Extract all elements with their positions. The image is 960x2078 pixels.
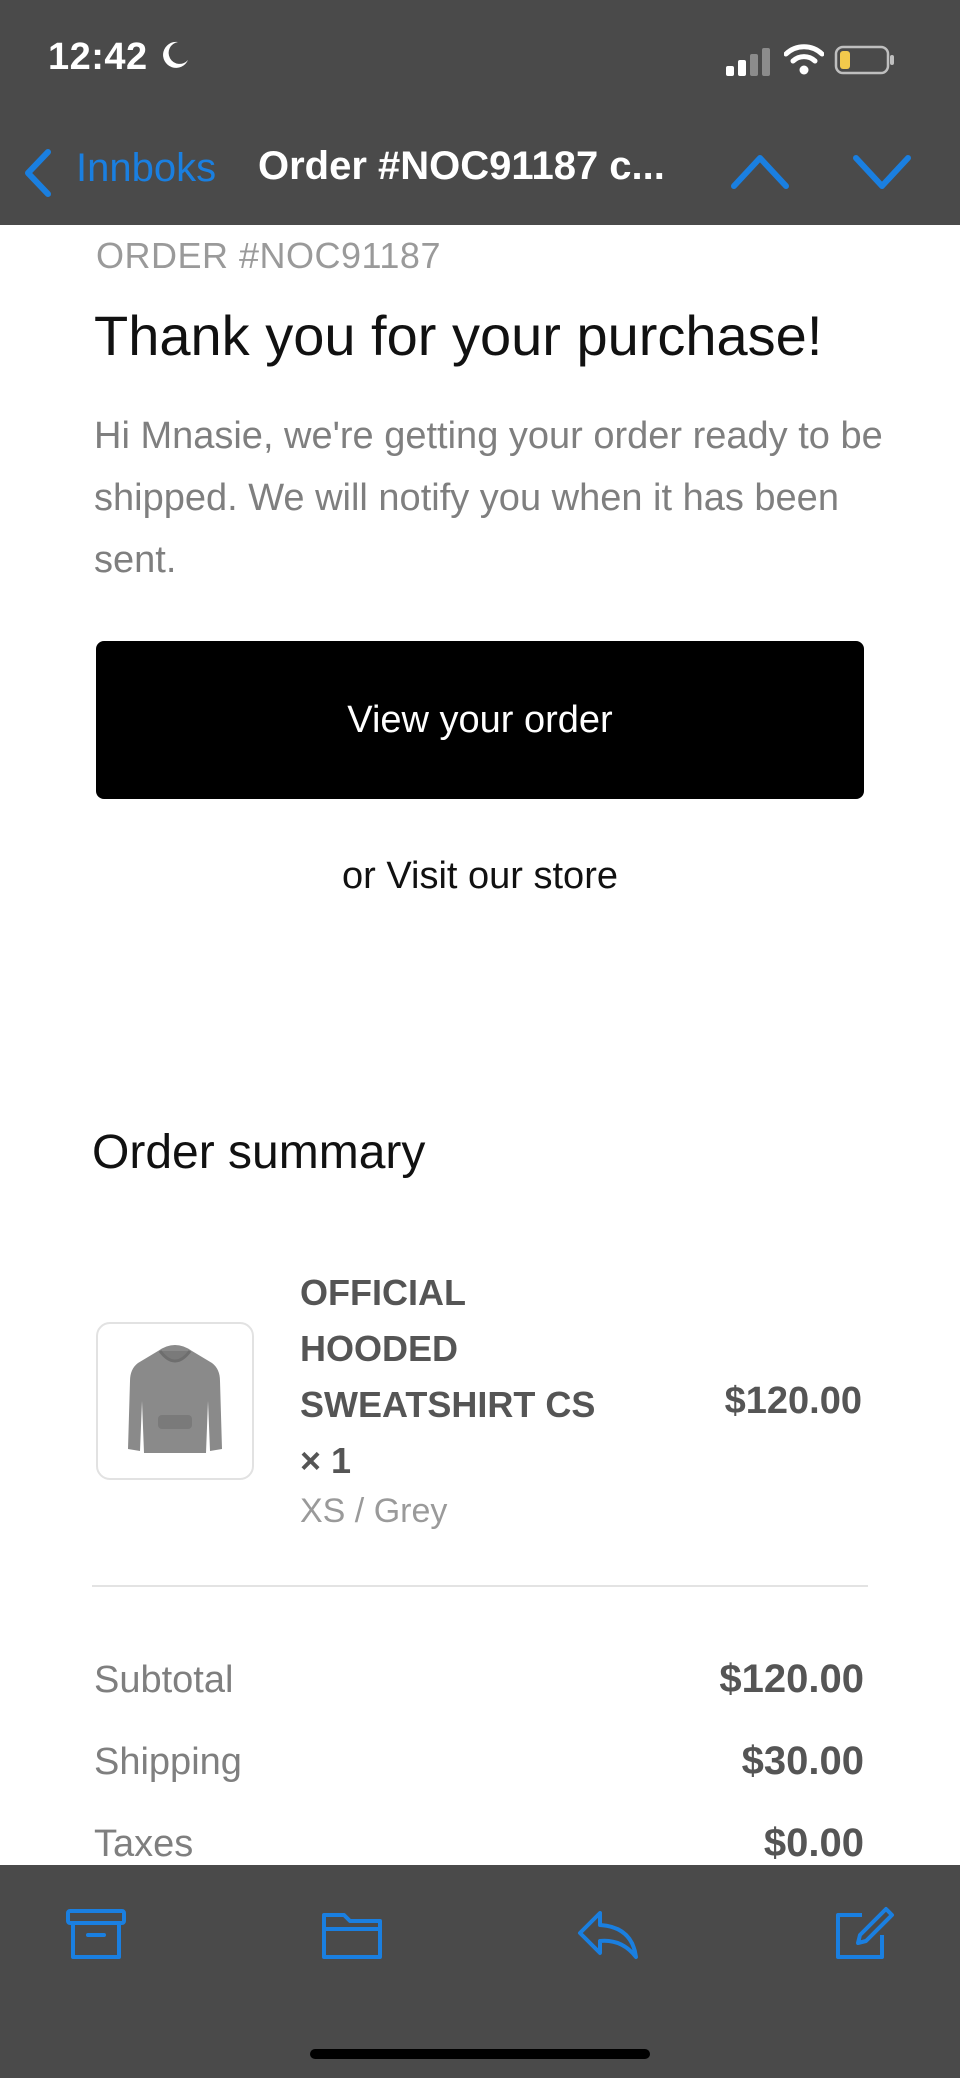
wifi-icon bbox=[784, 44, 824, 75]
signal-icon bbox=[726, 48, 770, 76]
back-button[interactable]: Innboks bbox=[76, 146, 216, 191]
subtotal-label: Subtotal bbox=[94, 1659, 234, 1701]
shipping-label: Shipping bbox=[94, 1741, 242, 1783]
product-price: $120.00 bbox=[724, 1380, 862, 1422]
bottom-toolbar bbox=[0, 1865, 960, 2078]
nav-title: Order #NOC91187 c... bbox=[258, 144, 665, 188]
order-summary-title: Order summary bbox=[92, 1126, 426, 1179]
divider bbox=[92, 1585, 868, 1587]
email-headline: Thank you for your purchase! bbox=[94, 304, 823, 367]
status-time: 12:42 bbox=[48, 36, 148, 78]
folder-icon[interactable] bbox=[320, 1905, 384, 1963]
home-indicator bbox=[310, 2049, 650, 2059]
order-number: ORDER #NOC91187 bbox=[96, 235, 441, 276]
taxes-value: $0.00 bbox=[763, 1821, 864, 1865]
navigation-bar: Innboks Order #NOC91187 c... bbox=[0, 140, 960, 200]
reply-icon[interactable] bbox=[576, 1905, 640, 1963]
subtotal-value: $120.00 bbox=[719, 1657, 864, 1701]
moon-icon bbox=[163, 41, 188, 68]
status-indicators bbox=[726, 40, 926, 80]
visit-store-link[interactable]: or Visit our store bbox=[0, 855, 960, 898]
product-variant: XS / Grey bbox=[300, 1492, 448, 1530]
shipping-value: $30.00 bbox=[741, 1739, 864, 1783]
chevron-down-icon[interactable] bbox=[852, 150, 912, 192]
product-thumbnail bbox=[96, 1322, 254, 1480]
compose-icon[interactable] bbox=[832, 1905, 896, 1963]
archive-icon[interactable] bbox=[64, 1905, 128, 1963]
back-chevron-icon[interactable] bbox=[20, 148, 56, 198]
hoodie-image bbox=[128, 1345, 222, 1453]
chevron-up-icon[interactable] bbox=[730, 150, 790, 192]
intro-text: Hi Mnasie, we're getting your order read… bbox=[94, 415, 883, 581]
view-order-button[interactable]: View your order bbox=[96, 641, 864, 799]
top-bar: 12:42 Innboks Order #NOC91187 c... bbox=[0, 0, 960, 225]
battery-icon bbox=[834, 45, 894, 75]
product-name: OFFICIAL HOODED SWEATSHIRT CS × 1 bbox=[300, 1272, 596, 1481]
taxes-label: Taxes bbox=[94, 1823, 194, 1865]
email-body: ORDER #NOC91187 Thank you for your purch… bbox=[0, 225, 960, 1865]
